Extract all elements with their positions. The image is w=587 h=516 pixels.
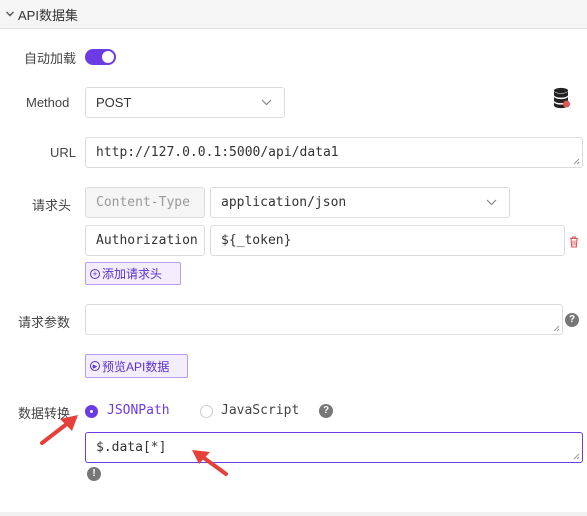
method-label: Method — [26, 95, 70, 110]
headers-label: 请求头 — [32, 198, 72, 213]
header-value-field[interactable]: ${_token} — [210, 225, 565, 256]
resize-grip-icon[interactable] — [573, 158, 580, 165]
resize-grip-icon[interactable] — [573, 453, 580, 460]
chevron-down-icon — [6, 11, 14, 17]
bottom-divider — [0, 512, 587, 516]
header-key-value: Content-Type — [96, 195, 190, 210]
header-value-select[interactable]: application/json — [210, 187, 510, 218]
auto-load-toggle[interactable] — [85, 49, 116, 65]
header-key-value: Authorization — [96, 233, 198, 248]
panel-title: API数据集 — [18, 8, 78, 23]
preview-api-button[interactable]: ▸ 预览API数据 — [85, 354, 188, 378]
info-icon[interactable]: ! — [87, 467, 101, 481]
panel-header[interactable]: API数据集 — [0, 0, 587, 29]
header-value-text: ${_token} — [221, 233, 292, 248]
add-header-label: 添加请求头 — [102, 267, 163, 281]
database-icon[interactable] — [553, 87, 571, 109]
chevron-down-icon — [486, 199, 497, 205]
auto-load-label: 自动加载 — [24, 51, 77, 66]
resize-grip-icon[interactable] — [553, 325, 560, 332]
add-header-button[interactable]: + 添加请求头 — [85, 262, 181, 285]
help-icon[interactable]: ? — [319, 404, 333, 418]
method-value: POST — [96, 95, 132, 110]
params-label: 请求参数 — [18, 315, 71, 330]
trash-icon[interactable] — [569, 236, 579, 248]
arrow-annotation-icon — [192, 450, 228, 476]
params-input[interactable] — [85, 304, 563, 335]
url-label: URL — [50, 145, 77, 160]
preview-api-label: 预览API数据 — [102, 359, 170, 374]
arrow-annotation-icon — [40, 415, 78, 445]
url-value: http://127.0.0.1:5000/api/data1 — [96, 145, 339, 160]
header-value-text: application/json — [221, 195, 347, 210]
javascript-radio[interactable] — [200, 405, 213, 418]
method-select[interactable]: POST — [85, 87, 285, 118]
transform-expression-input[interactable]: $.data[*] — [85, 432, 583, 463]
chevron-down-icon — [261, 99, 272, 105]
url-input[interactable]: http://127.0.0.1:5000/api/data1 — [85, 137, 583, 168]
jsonpath-radio[interactable] — [85, 405, 98, 418]
javascript-option-label[interactable]: JavaScript — [221, 403, 299, 418]
jsonpath-option-label[interactable]: JSONPath — [107, 403, 170, 418]
help-icon[interactable]: ? — [565, 313, 579, 327]
transform-expression-value: $.data[*] — [96, 440, 167, 455]
plus-icon: + — [90, 268, 100, 279]
play-icon: ▸ — [90, 361, 100, 371]
header-key-field[interactable]: Authorization — [85, 225, 205, 256]
header-key-field[interactable]: Content-Type — [85, 187, 205, 218]
